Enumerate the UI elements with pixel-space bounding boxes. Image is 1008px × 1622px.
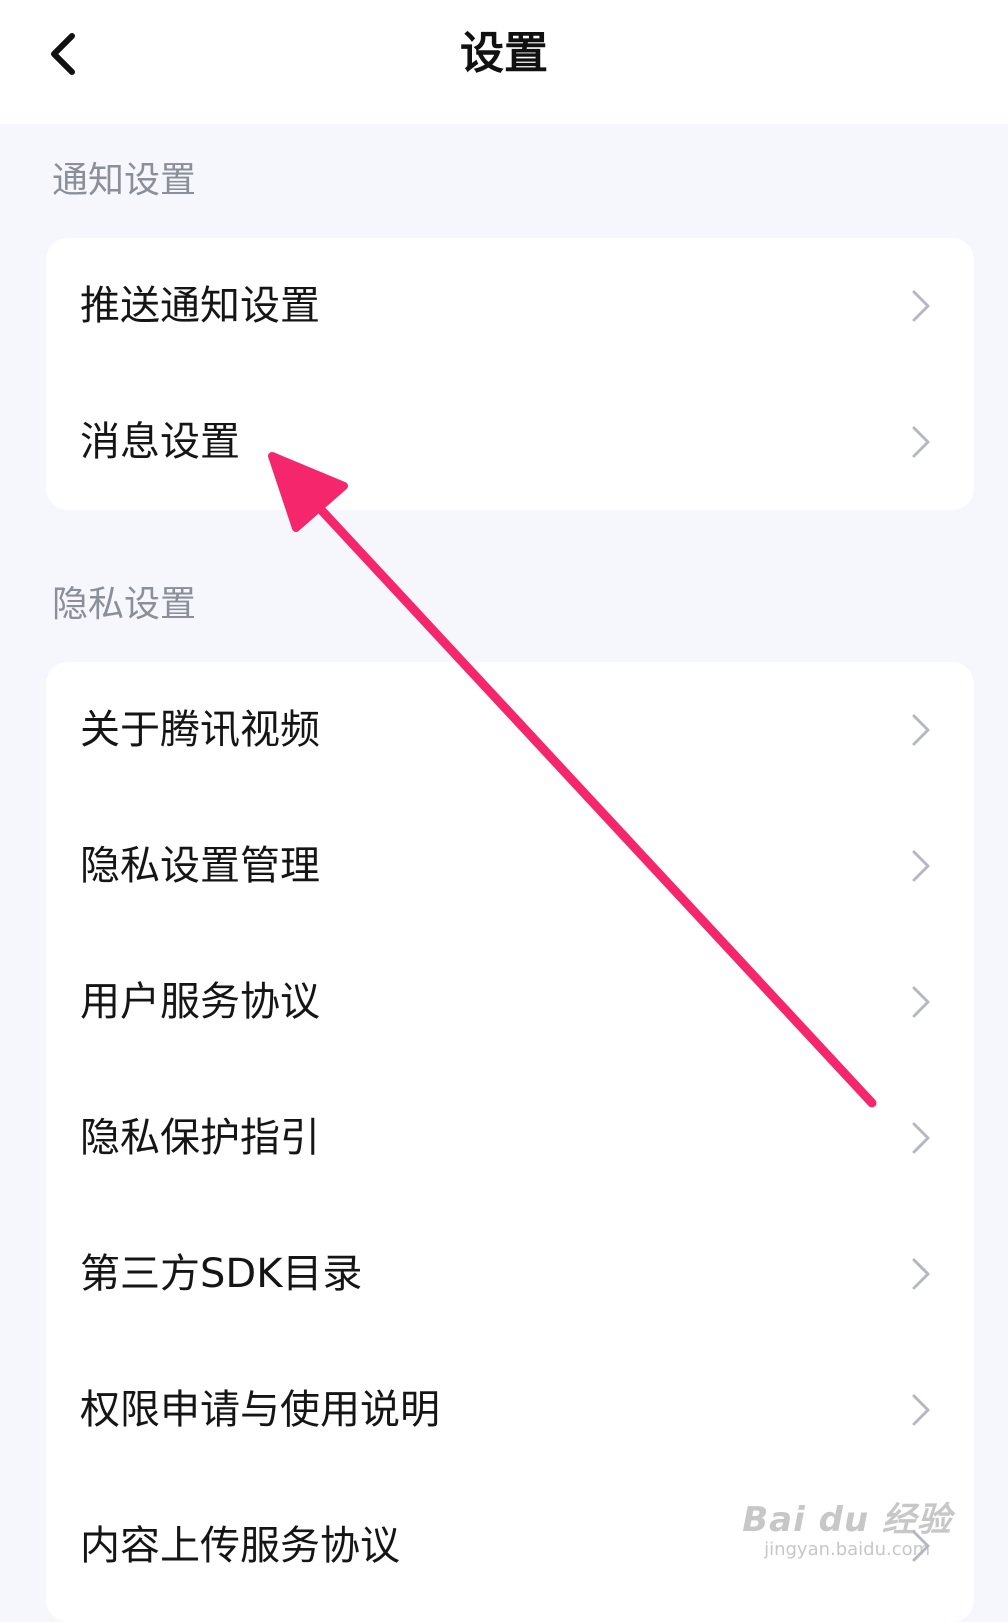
chevron-right-icon <box>912 1258 930 1290</box>
chevron-right-icon <box>912 290 930 322</box>
settings-row-permissions[interactable]: 权限申请与使用说明 <box>46 1342 974 1478</box>
row-label: 第三方SDK目录 <box>80 1251 363 1297</box>
settings-row-privacy-management[interactable]: 隐私设置管理 <box>46 798 974 934</box>
page-title: 设置 <box>460 28 548 79</box>
row-label: 用户服务协议 <box>80 979 320 1025</box>
section-label-privacy: 隐私设置 <box>52 584 197 625</box>
settings-row-third-party-sdk[interactable]: 第三方SDK目录 <box>46 1206 974 1342</box>
row-label: 内容上传服务协议 <box>80 1523 400 1569</box>
settings-row-privacy-guide[interactable]: 隐私保护指引 <box>46 1070 974 1206</box>
chevron-right-icon <box>912 1394 930 1426</box>
settings-row-user-agreement[interactable]: 用户服务协议 <box>46 934 974 1070</box>
chevron-right-icon <box>912 714 930 746</box>
settings-row-message[interactable]: 消息设置 <box>46 374 974 510</box>
row-label: 推送通知设置 <box>80 283 320 329</box>
row-label: 隐私保护指引 <box>80 1115 320 1161</box>
card-privacy: 关于腾讯视频 隐私设置管理 用户服务协议 隐私保护指引 第三方SDK目录 权限申… <box>46 662 974 1622</box>
baidu-watermark: Bai du 经验 jingyan.baidu.com <box>742 1492 952 1560</box>
top-bar: 设置 <box>0 0 1008 124</box>
chevron-right-icon <box>912 986 930 1018</box>
settings-row-push-notification[interactable]: 推送通知设置 <box>46 238 974 374</box>
row-label: 隐私设置管理 <box>80 843 320 889</box>
chevron-right-icon <box>912 850 930 882</box>
chevron-right-icon <box>912 426 930 458</box>
section-label-notification: 通知设置 <box>52 160 197 201</box>
watermark-brand: Bai du 经验 <box>742 1500 952 1540</box>
chevron-right-icon <box>912 1122 930 1154</box>
row-label: 关于腾讯视频 <box>80 707 320 753</box>
watermark-url: jingyan.baidu.com <box>764 1539 931 1560</box>
settings-row-about[interactable]: 关于腾讯视频 <box>46 662 974 798</box>
row-label: 消息设置 <box>80 419 240 465</box>
card-notification: 推送通知设置 消息设置 <box>46 238 974 510</box>
row-label: 权限申请与使用说明 <box>80 1387 440 1433</box>
